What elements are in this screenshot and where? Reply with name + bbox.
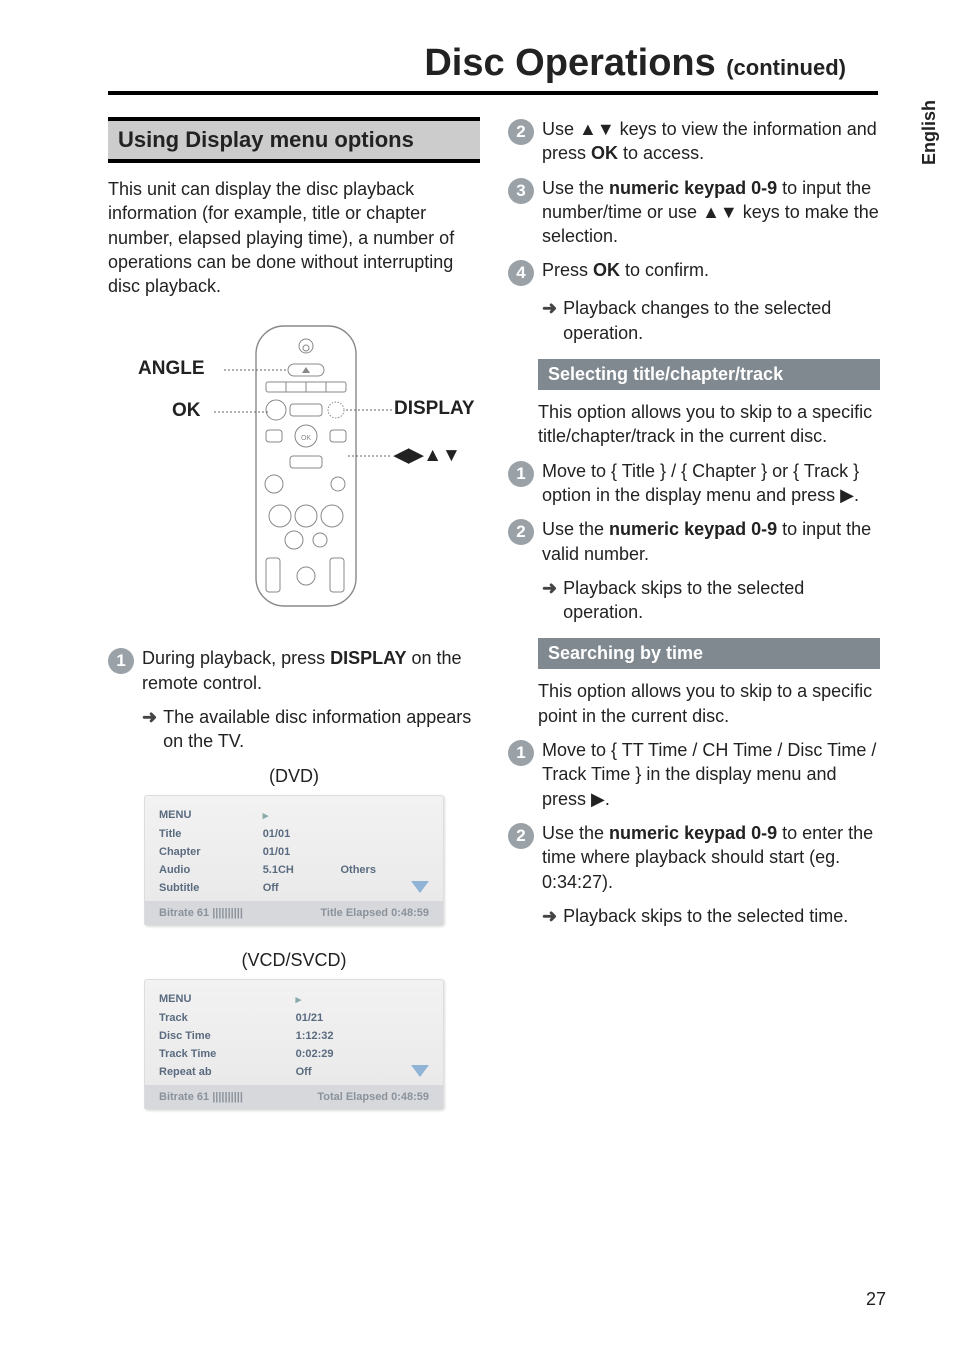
sub1-step2: 2 Use the numeric keypad 0-9 to input th…	[508, 517, 880, 566]
caption-vcd: (VCD/SVCD)	[108, 950, 480, 971]
sub1-intro: This option allows you to skip to a spec…	[538, 400, 880, 449]
step-badge-3: 3	[508, 178, 534, 204]
arrow-icon: ➜	[542, 576, 557, 601]
elapsed-dvd: Title Elapsed 0:48:59	[320, 907, 429, 919]
intro-paragraph: This unit can display the disc playback …	[108, 177, 480, 298]
arrow-icon: ➜	[542, 296, 557, 321]
down-arrow-icon	[411, 1065, 429, 1077]
label-angle: ANGLE	[138, 358, 205, 380]
sub1-result: ➜ Playback skips to the selected operati…	[542, 576, 880, 625]
step-1-left: 1 During playback, press DISPLAY on the …	[108, 646, 480, 695]
sub2-step2: 2 Use the numeric keypad 0-9 to enter th…	[508, 821, 880, 894]
arrow-icon: ➜	[542, 904, 557, 929]
section-heading: Using Display menu options	[108, 121, 480, 159]
osd-menu-dvd: MENU▸ Title01/01 Chapter01/01 Audio5.1CH…	[144, 795, 444, 926]
svg-text:OK: OK	[301, 435, 311, 442]
remote-diagram: OK ANGL	[114, 316, 474, 616]
language-tab: English	[919, 100, 940, 165]
result-line-left: ➜ The available disc information appears…	[142, 705, 480, 754]
bitrate-dvd: Bitrate 61 ||||||||||	[159, 907, 243, 919]
step-badge-2: 2	[508, 119, 534, 145]
step-badge-1: 1	[508, 461, 534, 487]
step-badge-4: 4	[508, 260, 534, 286]
page-title-sub: (continued)	[726, 55, 846, 80]
page-title-row: Disc Operations (continued)	[108, 42, 886, 85]
page-number: 27	[866, 1289, 886, 1310]
sub2-intro: This option allows you to skip to a spec…	[538, 679, 880, 728]
result-step4: ➜ Playback changes to the selected opera…	[542, 296, 880, 345]
subheading-searching: Searching by time	[538, 638, 880, 669]
page-title: Disc Operations	[424, 42, 715, 84]
step-4: 4 Press OK to confirm.	[508, 258, 880, 286]
step-2: 2 Use ▲▼ keys to view the information an…	[508, 117, 880, 166]
label-display: DISPLAY	[394, 398, 475, 420]
left-column: Using Display menu options This unit can…	[108, 117, 480, 1134]
title-rule	[108, 91, 878, 95]
arrow-icon: ➜	[142, 705, 157, 730]
step-3: 3 Use the numeric keypad 0-9 to input th…	[508, 176, 880, 249]
elapsed-vcd: Total Elapsed 0:48:59	[317, 1091, 429, 1103]
bitrate-vcd: Bitrate 61 ||||||||||	[159, 1091, 243, 1103]
caption-dvd: (DVD)	[108, 766, 480, 787]
right-column: 2 Use ▲▼ keys to view the information an…	[508, 117, 880, 1134]
section-rule-bottom	[108, 159, 480, 163]
step-badge-2: 2	[508, 519, 534, 545]
sub2-step1: 1 Move to { TT Time / CH Time / Disc Tim…	[508, 738, 880, 811]
step-badge-1: 1	[508, 740, 534, 766]
down-arrow-icon	[411, 881, 429, 893]
step-badge-1: 1	[108, 648, 134, 674]
label-ok: OK	[172, 400, 201, 422]
sub2-result: ➜ Playback skips to the selected time.	[542, 904, 880, 929]
label-arrows: ◀▶▲▼	[394, 444, 461, 467]
osd-menu-vcd: MENU▸ Track01/21 Disc Time1:12:32 Track …	[144, 979, 444, 1110]
step-1-text: During playback, press DISPLAY on the re…	[142, 646, 480, 695]
result-text: The available disc information appears o…	[163, 705, 480, 754]
sub1-step1: 1 Move to { Title } / { Chapter } or { T…	[508, 459, 880, 508]
subheading-selecting: Selecting title/chapter/track	[538, 359, 880, 390]
step-badge-2: 2	[508, 823, 534, 849]
